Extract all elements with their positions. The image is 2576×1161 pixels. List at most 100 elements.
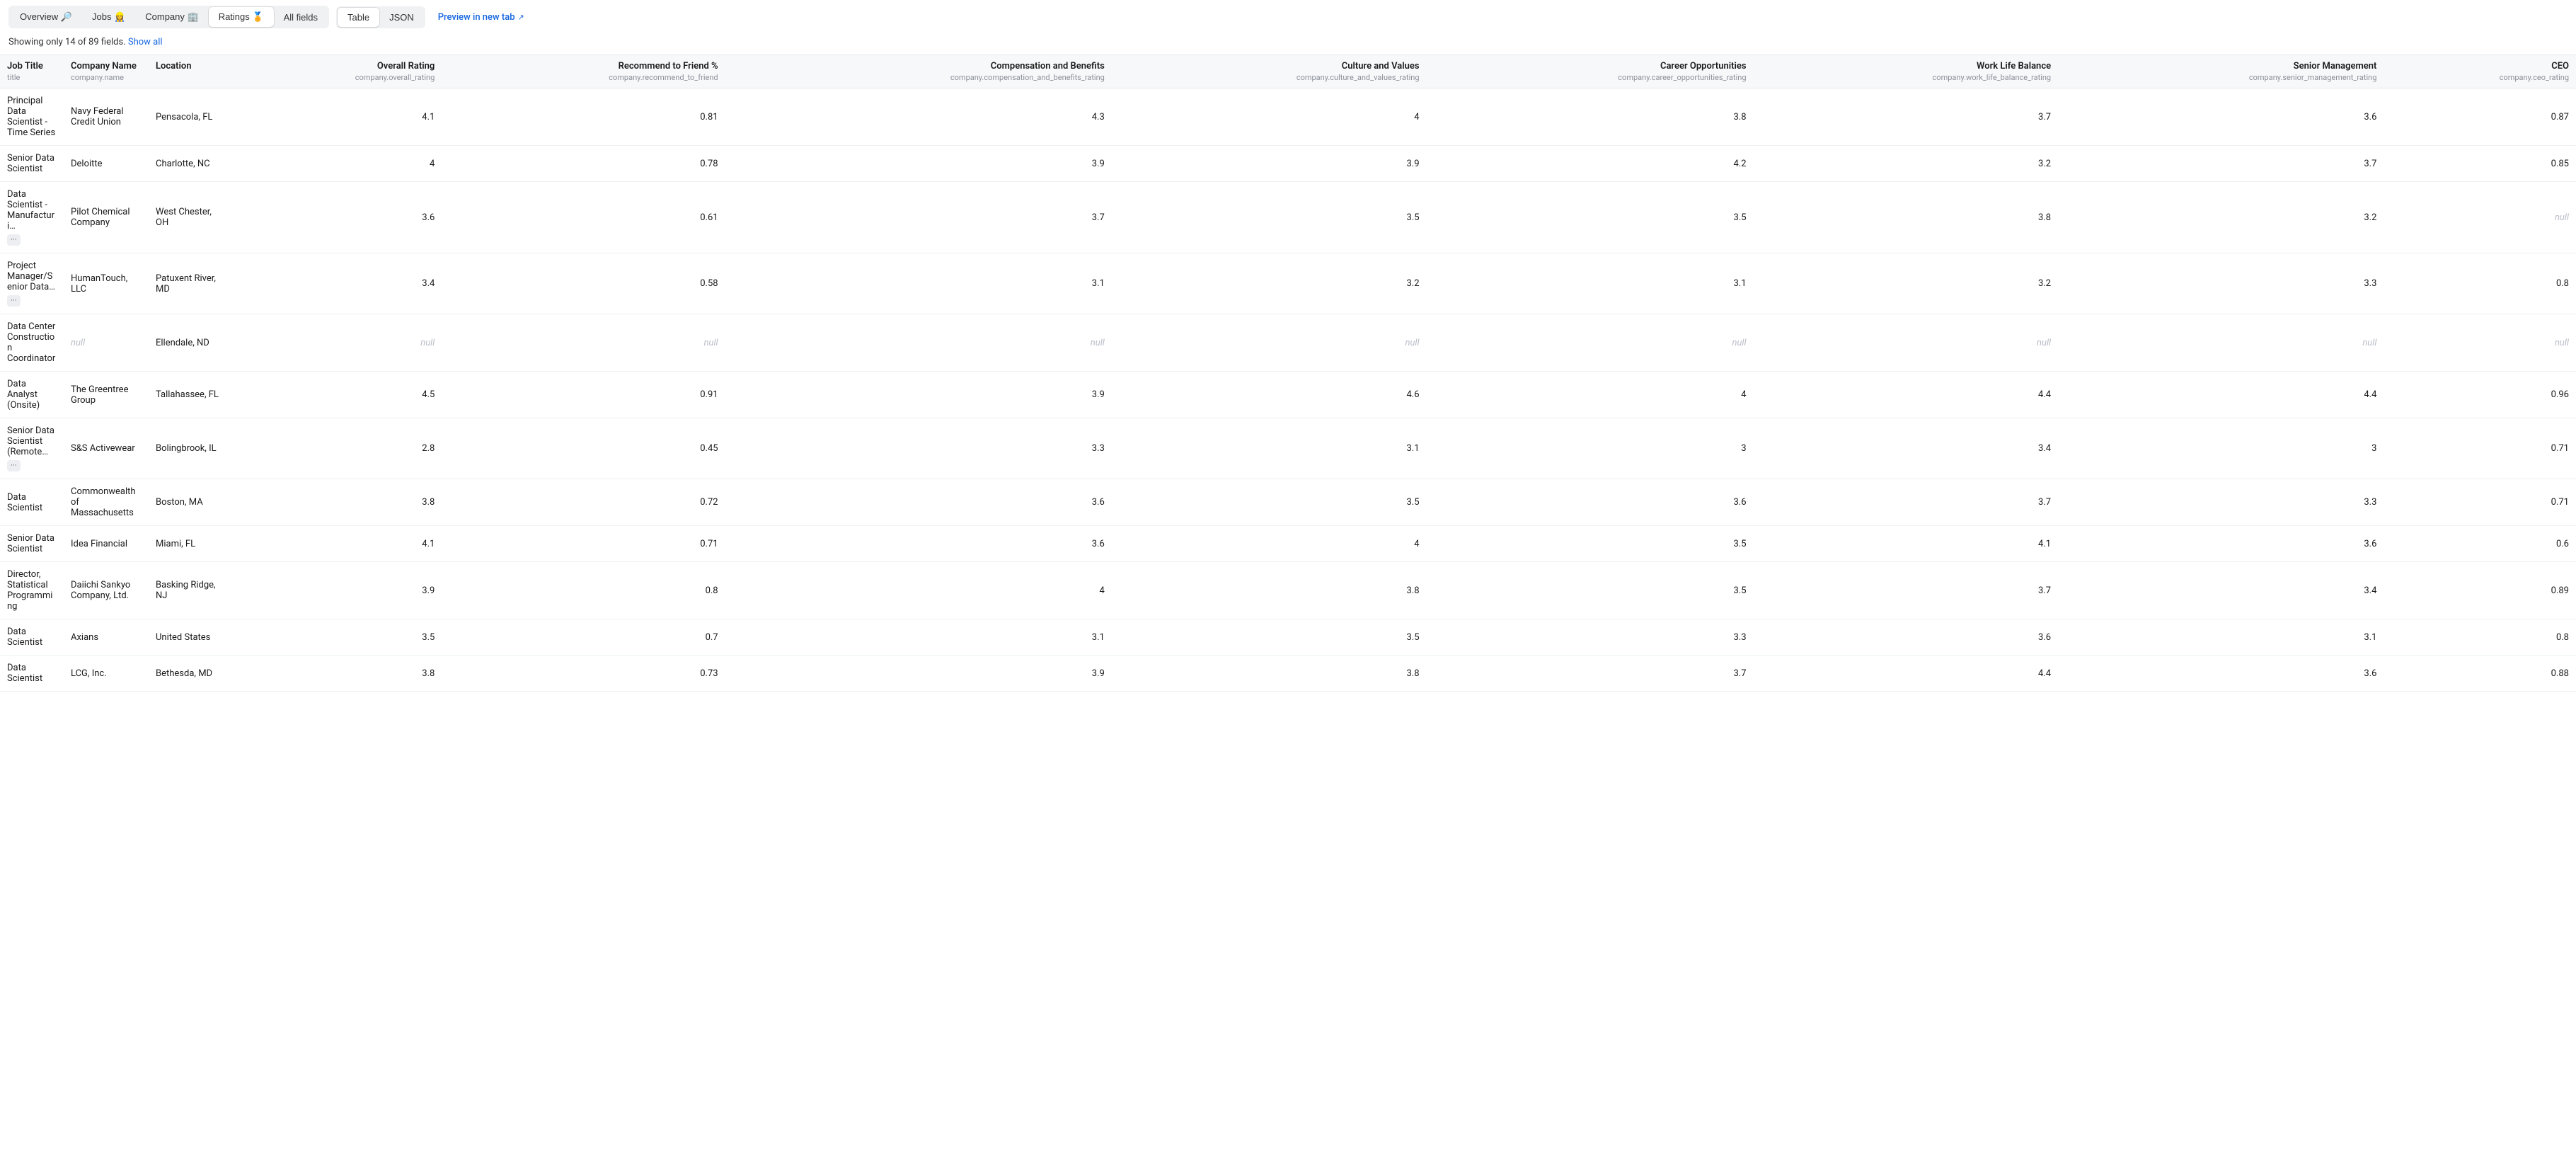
cell-value: 0.81 — [442, 88, 725, 146]
table-row[interactable]: Data Center Construction Coordinatornull… — [0, 314, 2576, 372]
table-container: Job TitletitleCompany Namecompany.nameLo… — [0, 55, 2576, 692]
cell-value: 3.5 — [1427, 526, 1754, 562]
table-body: Principal Data Scientist - Time SeriesNa… — [0, 88, 2576, 692]
cell-value: 3.8 — [1427, 88, 1754, 146]
col-header-company-work_life_balance_rating[interactable]: Work Life Balancecompany.work_life_balan… — [1754, 55, 2059, 88]
table-row[interactable]: Data ScientistCommonwealth of Massachuse… — [0, 479, 2576, 526]
cell-value: 3.8 — [1112, 656, 1427, 692]
cell-value: null — [725, 314, 1112, 372]
cell-job-title: Data Scientist - Manufacturi…··· — [0, 182, 64, 253]
cell-value: 3.5 — [1427, 182, 1754, 253]
cell-location: Bethesda, MD — [149, 656, 226, 692]
table-row[interactable]: Senior Data Scientist (Remote…···S&S Act… — [0, 418, 2576, 479]
table-row[interactable]: Project Manager/Senior Data…···HumanTouc… — [0, 253, 2576, 314]
col-header-title[interactable]: Job Titletitle — [0, 55, 64, 88]
tab-ratings[interactable]: Ratings 🏅 — [209, 7, 274, 27]
tab-all-fields[interactable]: All fields — [274, 7, 328, 27]
cell-value: 3.7 — [1754, 88, 2059, 146]
cell-value: 0.8 — [2384, 253, 2576, 314]
cell-company: Commonwealth of Massachusetts — [64, 479, 149, 526]
cell-value: 3.6 — [226, 182, 442, 253]
cell-value: 4.5 — [226, 372, 442, 418]
cell-value: 3.1 — [1427, 253, 1754, 314]
col-header-company-overall_rating[interactable]: Overall Ratingcompany.overall_rating — [226, 55, 442, 88]
cell-value: 3.4 — [1754, 418, 2059, 479]
table-row[interactable]: Director, Statistical ProgrammingDaiichi… — [0, 562, 2576, 619]
cell-value: 0.78 — [442, 146, 725, 182]
cell-value: 4 — [1427, 372, 1754, 418]
table-row[interactable]: Senior Data ScientistDeloitteCharlotte, … — [0, 146, 2576, 182]
tab-jobs[interactable]: Jobs 👷‍♀️ — [82, 7, 135, 27]
tab-company[interactable]: Company 🏢 — [135, 7, 208, 27]
expand-icon[interactable]: ··· — [7, 460, 21, 471]
cell-value: 3.8 — [1754, 182, 2059, 253]
cell-value: 3.4 — [226, 253, 442, 314]
expand-icon[interactable]: ··· — [7, 295, 21, 307]
col-header-company-compensation_and_benefits_rating[interactable]: Compensation and Benefitscompany.compens… — [725, 55, 1112, 88]
cell-company: Pilot Chemical Company — [64, 182, 149, 253]
table-row[interactable]: Data ScientistLCG, Inc.Bethesda, MD3.80.… — [0, 656, 2576, 692]
cell-value: 4 — [1112, 526, 1427, 562]
col-header-company-culture_and_values_rating[interactable]: Culture and Valuescompany.culture_and_va… — [1112, 55, 1427, 88]
cell-company: S&S Activewear — [64, 418, 149, 479]
cell-job-title: Director, Statistical Programming — [0, 562, 64, 619]
cell-value: 0.61 — [442, 182, 725, 253]
cell-job-title: Principal Data Scientist - Time Series — [0, 88, 64, 146]
data-table: Job TitletitleCompany Namecompany.nameLo… — [0, 55, 2576, 692]
cell-company: LCG, Inc. — [64, 656, 149, 692]
cell-value: 3.6 — [2058, 656, 2384, 692]
cell-location: West Chester, OH — [149, 182, 226, 253]
cell-job-title: Senior Data Scientist (Remote…··· — [0, 418, 64, 479]
table-row[interactable]: Data ScientistAxiansUnited States3.50.73… — [0, 619, 2576, 656]
col-header-company-senior_management_rating[interactable]: Senior Managementcompany.senior_manageme… — [2058, 55, 2384, 88]
cell-location: Bolingbrook, IL — [149, 418, 226, 479]
cell-value: 4 — [1112, 88, 1427, 146]
tab-table[interactable]: Table — [338, 8, 379, 27]
cell-value: 3.2 — [1112, 253, 1427, 314]
cell-value: 3.7 — [1427, 656, 1754, 692]
cell-value: 3.6 — [725, 526, 1112, 562]
table-row[interactable]: Data Analyst (Onsite)The Greentree Group… — [0, 372, 2576, 418]
cell-company: Idea Financial — [64, 526, 149, 562]
show-all-link[interactable]: Show all — [128, 37, 163, 47]
cell-company: Axians — [64, 619, 149, 656]
tab-group-0: Overview 🔎Jobs 👷‍♀️Company 🏢Ratings 🏅All… — [8, 6, 329, 28]
toolbar: Overview 🔎Jobs 👷‍♀️Company 🏢Ratings 🏅All… — [0, 0, 2576, 34]
expand-icon[interactable]: ··· — [7, 234, 21, 246]
cell-value: 3.5 — [226, 619, 442, 656]
cell-value: null — [1427, 314, 1754, 372]
cell-location: Boston, MA — [149, 479, 226, 526]
cell-value: 4 — [725, 562, 1112, 619]
col-header-company-name[interactable]: Company Namecompany.name — [64, 55, 149, 88]
preview-new-tab-link[interactable]: Preview in new tab ↗ — [438, 12, 524, 23]
cell-value: 4.6 — [1112, 372, 1427, 418]
cell-value: 3.7 — [1754, 562, 2059, 619]
table-row[interactable]: Data Scientist - Manufacturi…···Pilot Ch… — [0, 182, 2576, 253]
tab-overview[interactable]: Overview 🔎 — [10, 7, 82, 27]
cell-value: 3.7 — [2058, 146, 2384, 182]
cell-job-title: Project Manager/Senior Data…··· — [0, 253, 64, 314]
col-header-company-recommend_to_friend[interactable]: Recommend to Friend %company.recommend_t… — [442, 55, 725, 88]
cell-value: 3.6 — [2058, 88, 2384, 146]
col-header-company-ceo_rating[interactable]: CEOcompany.ceo_rating — [2384, 55, 2576, 88]
col-header-company-career_opportunities_rating[interactable]: Career Opportunitiescompany.career_oppor… — [1427, 55, 1754, 88]
table-header-row: Job TitletitleCompany Namecompany.nameLo… — [0, 55, 2576, 88]
cell-value: 3.9 — [226, 562, 442, 619]
table-row[interactable]: Principal Data Scientist - Time SeriesNa… — [0, 88, 2576, 146]
cell-value: 3.3 — [2058, 253, 2384, 314]
cell-value: 3.4 — [2058, 562, 2384, 619]
cell-value: null — [2058, 314, 2384, 372]
cell-location: United States — [149, 619, 226, 656]
cell-value: 3.9 — [725, 146, 1112, 182]
col-header-[interactable]: Location — [149, 55, 226, 88]
table-row[interactable]: Senior Data ScientistIdea FinancialMiami… — [0, 526, 2576, 562]
cell-job-title: Senior Data Scientist — [0, 526, 64, 562]
cell-value: 3.7 — [725, 182, 1112, 253]
cell-value: 3.3 — [2058, 479, 2384, 526]
cell-value: 3.6 — [1754, 619, 2059, 656]
cell-value: 3.1 — [725, 253, 1112, 314]
cell-value: null — [2384, 314, 2576, 372]
cell-value: 0.72 — [442, 479, 725, 526]
tab-json[interactable]: JSON — [379, 8, 424, 27]
cell-company: Navy Federal Credit Union — [64, 88, 149, 146]
